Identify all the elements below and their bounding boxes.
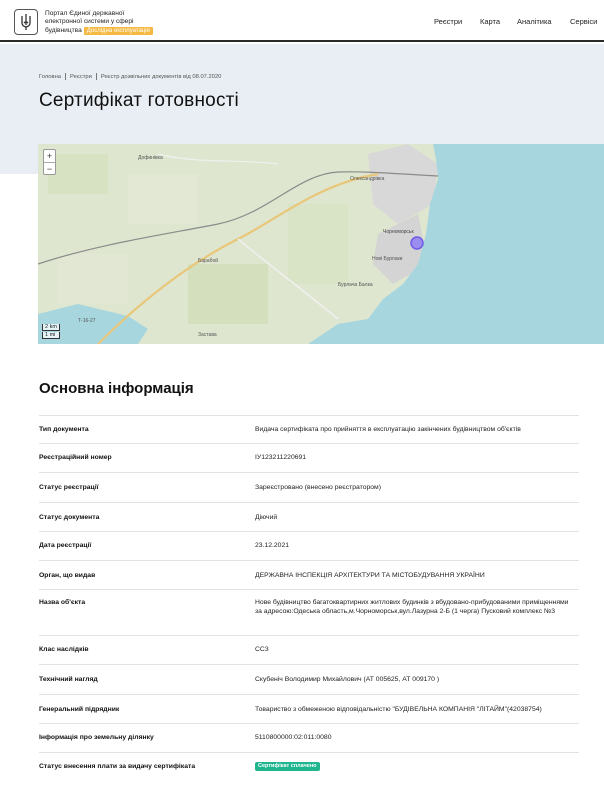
table-row: Клас наслідків СС3	[39, 635, 579, 664]
table-row: Генеральний підрядник Товариство з обмеж…	[39, 694, 579, 723]
row-value-object-name: Нове будівництво багатоквартирних житлов…	[255, 599, 569, 615]
payment-status-badge: Сертифікат сплачено	[255, 762, 320, 771]
info-table: Тип документа Видача сертифіката про при…	[39, 415, 579, 782]
row-label-document-type: Тип документа	[39, 426, 89, 433]
table-row: Назва об'єкта Нове будівництво багатоква…	[39, 589, 579, 635]
table-row: Статус документа Діючий	[39, 502, 579, 531]
table-row: Статус реєстрації Зареєстровано (внесено…	[39, 472, 579, 502]
nav-registries[interactable]: Реєстри	[434, 17, 462, 26]
row-label-object-name: Назва об'єкта	[39, 599, 86, 606]
map-scale-mi: 1 mi	[42, 332, 60, 339]
row-value-payment-status: Сертифікат сплачено	[255, 762, 575, 771]
site-header: Портал Єдиної державної електронної сист…	[0, 0, 604, 42]
map-scale-km: 2 km	[42, 324, 60, 331]
portal-name-line2: електронної системи у сфері	[45, 18, 134, 26]
row-label-registration-number: Реєстраційний номер	[39, 454, 112, 461]
page-title: Сертифікат готовності	[39, 90, 239, 111]
row-value-registration-status: Зареєстровано (внесено реєстратором)	[255, 484, 381, 491]
row-value-registration-number: ІУ123211220691	[255, 454, 307, 461]
table-row: Статус внесення плати за видачу сертифік…	[39, 752, 579, 782]
breadcrumb-registries[interactable]: Реєстри	[70, 74, 92, 80]
row-value-document-status: Діючий	[255, 514, 278, 521]
map-label-chornomorsk: Чорноморськ	[383, 229, 415, 235]
breadcrumb-home[interactable]: Головна	[39, 74, 61, 80]
map-label-zastava: Застава	[198, 332, 217, 338]
row-label-payment-status: Статус внесення плати за видачу сертифік…	[39, 763, 196, 770]
trident-logo-icon[interactable]	[14, 9, 38, 35]
map-zoom-control: + −	[43, 149, 56, 175]
table-row: Орган, що видав ДЕРЖАВНА ІНСПЕКЦІЯ АРХІТ…	[39, 560, 579, 589]
row-value-consequence-class: СС3	[255, 646, 269, 653]
breadcrumb-separator	[95, 73, 97, 80]
row-value-technical-supervision: Скубенiч Володимир Михайлович (АТ 005625…	[255, 676, 440, 683]
row-value-issuer: ДЕРЖАВНА ІНСПЕКЦІЯ АРХІТЕКТУРИ ТА МІСТОБ…	[255, 572, 485, 579]
row-label-land-plot: Інформація про земельну ділянку	[39, 734, 154, 741]
row-value-registration-date: 23.12.2021	[255, 542, 290, 549]
title-band-extension	[0, 144, 38, 174]
table-row: Тип документа Видача сертифіката про при…	[39, 415, 579, 443]
breadcrumb-separator	[65, 73, 67, 80]
breadcrumb-current[interactable]: Реєстр дозвільних документів від 08.07.2…	[101, 74, 222, 80]
table-row: Інформація про земельну ділянку 51108000…	[39, 723, 579, 752]
portal-name-line3: будівництва	[45, 26, 82, 34]
zoom-in-button[interactable]: +	[44, 150, 55, 162]
map-label-dofynivka: Дофинівка	[138, 155, 163, 161]
row-label-technical-supervision: Технічний нагляд	[39, 676, 98, 683]
map-scale: 2 km 1 mi	[42, 324, 60, 340]
section-title: Основна інформація	[39, 380, 194, 397]
row-value-document-type: Видача сертифіката про прийняття в експл…	[255, 426, 521, 433]
nav-services[interactable]: Сервіси	[570, 17, 597, 26]
row-label-document-status: Статус документа	[39, 514, 100, 521]
map-canvas[interactable]: Дофинівка Олександрівка Чорноморськ Нові…	[38, 144, 604, 344]
location-marker[interactable]	[410, 236, 424, 250]
zoom-out-button[interactable]: −	[44, 162, 55, 174]
row-value-general-contractor: Товариство з обмеженою відповідальністю …	[255, 706, 542, 713]
portal-name[interactable]: Портал Єдиної державної електронної сист…	[45, 10, 175, 35]
breadcrumb: Головна Реєстри Реєстр дозвільних докуме…	[39, 73, 221, 80]
row-value-land-plot: 5110800000:02:011:0080	[255, 734, 332, 741]
row-label-general-contractor: Генеральний підрядник	[39, 706, 120, 713]
table-row: Реєстраційний номер ІУ123211220691	[39, 443, 579, 472]
map-label-baraboi: Барабой	[198, 257, 218, 264]
row-label-consequence-class: Клас наслідків	[39, 646, 89, 653]
map-label-road: Т-16-27	[78, 318, 96, 324]
nav-map[interactable]: Карта	[480, 17, 500, 26]
row-label-registration-date: Дата реєстрації	[39, 542, 92, 549]
map-label-novi-burlaky: Нові Бурлаки	[372, 256, 403, 262]
row-label-registration-status: Статус реєстрації	[39, 484, 99, 491]
table-row: Дата реєстрації 23.12.2021	[39, 531, 579, 560]
table-row: Технічний нагляд Скубенiч Володимир Миха…	[39, 664, 579, 694]
nav-analytics[interactable]: Аналітика	[517, 17, 552, 26]
row-label-issuer: Орган, що видав	[39, 572, 96, 579]
map-label-oleksandrivka: Олександрівка	[350, 176, 385, 182]
map-label-burlacha-balka: Бурлача Балка	[338, 282, 373, 288]
location-map[interactable]: Дофинівка Олександрівка Чорноморськ Нові…	[38, 144, 604, 344]
beta-badge: Дослідна експлуатація	[83, 26, 153, 35]
